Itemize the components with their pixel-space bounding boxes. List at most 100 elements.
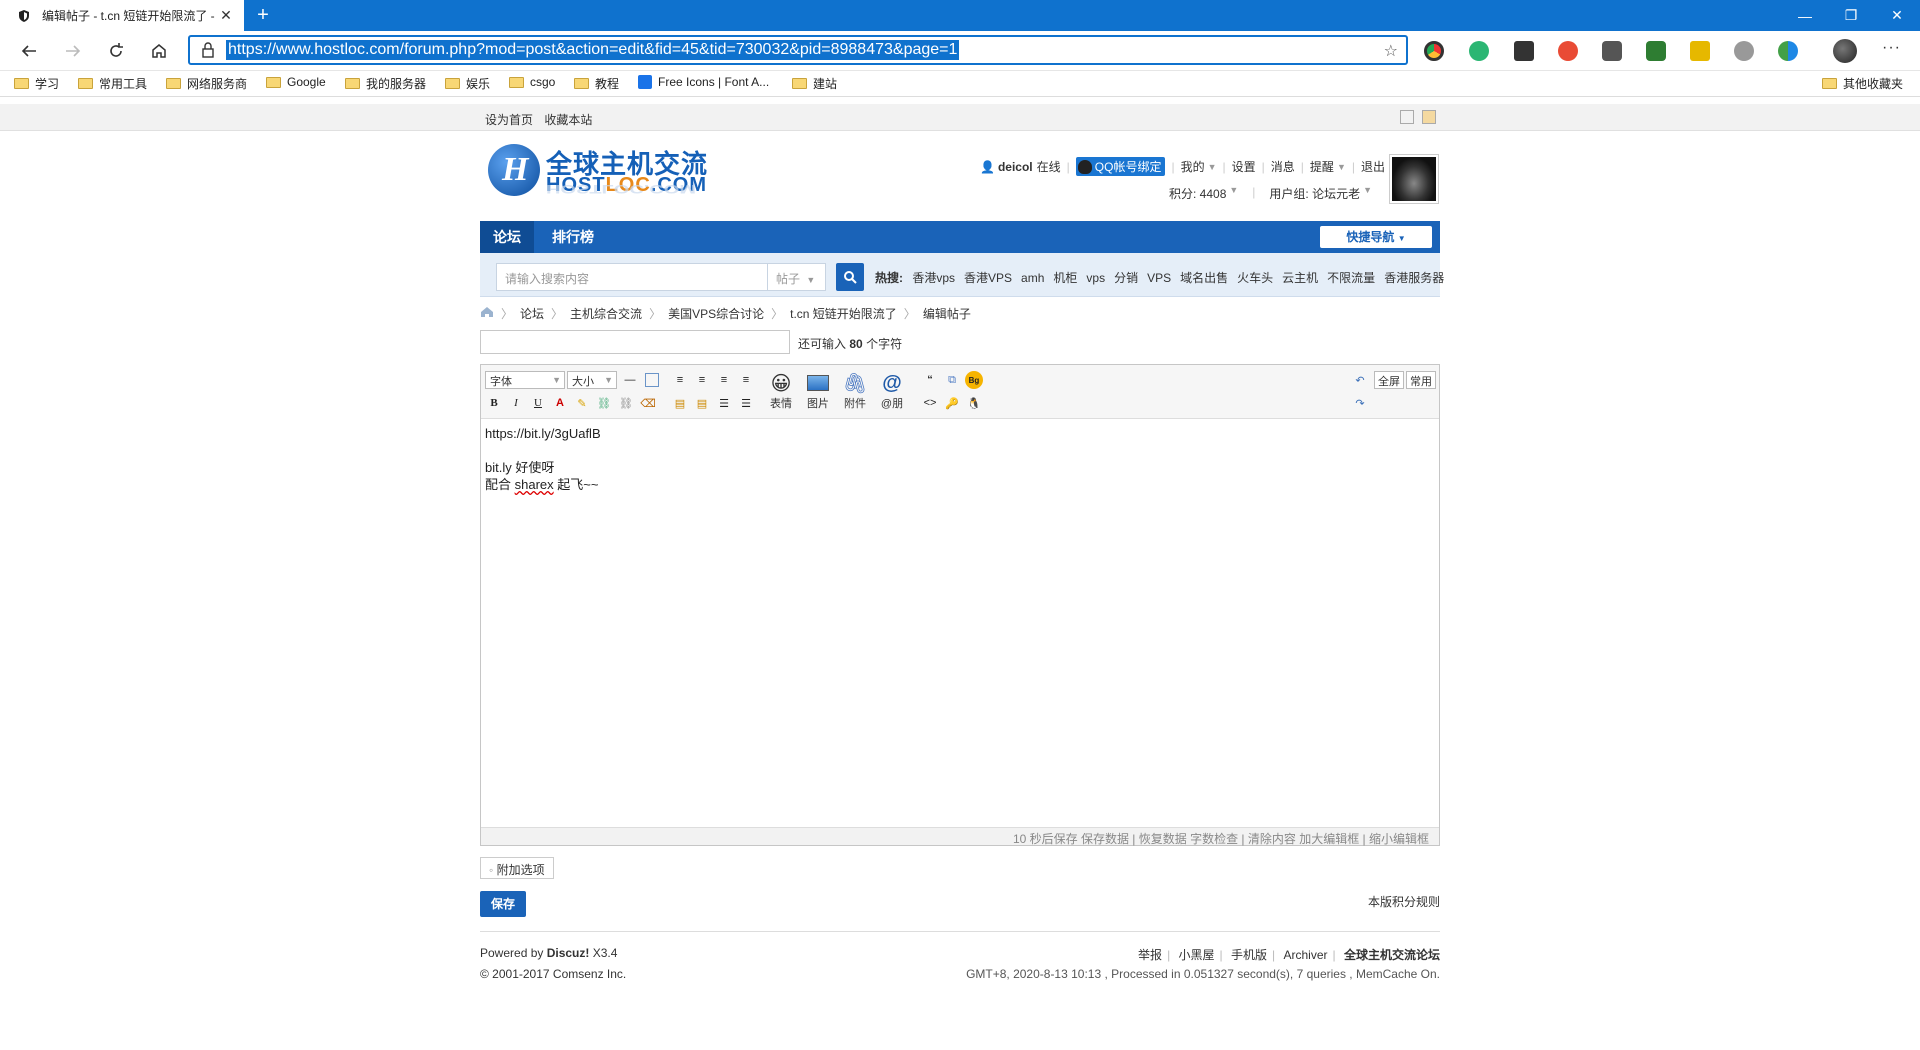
underline-icon[interactable]: U (529, 394, 547, 412)
site-logo[interactable]: 全球主机交流 HOSTLOC.COM HOSTLOC.COM (483, 140, 733, 212)
extension-key-icon[interactable] (1690, 41, 1710, 61)
points-menu[interactable]: 积分: 4408 (1169, 185, 1226, 202)
tab-close-icon[interactable]: ✕ (218, 7, 234, 24)
minimize-icon[interactable]: — (1782, 0, 1828, 31)
breadcrumb-item[interactable]: 美国VPS综合讨论 (668, 305, 764, 322)
hot-search-link[interactable]: 火车头 (1237, 271, 1273, 285)
messages-link[interactable]: 消息 (1271, 158, 1295, 175)
address-bar[interactable]: https://www.hostloc.com/forum.php?mod=po… (188, 35, 1408, 65)
user-avatar[interactable] (1389, 154, 1439, 204)
bookmark-folder[interactable]: csgo (509, 75, 555, 89)
extension-infinity-icon[interactable] (1558, 41, 1578, 61)
home-icon[interactable] (144, 37, 174, 65)
qq-icon[interactable]: 🐧 (965, 394, 983, 412)
quick-nav-button[interactable]: 快捷导航 ▼ (1320, 226, 1432, 248)
float-left-icon[interactable]: ▤ (671, 394, 689, 412)
emoticon-button[interactable]: 😀 表情 (764, 371, 798, 411)
extension-badge-icon[interactable] (1514, 41, 1534, 61)
search-input[interactable]: 请输入搜索内容 (496, 263, 768, 291)
browser-tab[interactable]: 编辑帖子 - t.cn 短链开始限流了 - ✕ (0, 0, 244, 31)
hot-search-link[interactable]: 分销 (1114, 271, 1138, 285)
copy-icon[interactable]: ⧉ (943, 371, 961, 389)
search-button[interactable] (836, 263, 864, 291)
ordered-list-icon[interactable]: ☰ (715, 394, 733, 412)
hot-search-link[interactable]: 云主机 (1282, 271, 1318, 285)
hot-search-link[interactable]: amh (1021, 271, 1044, 285)
float-right-icon[interactable]: ▤ (693, 394, 711, 412)
new-tab-button[interactable]: + (250, 3, 276, 29)
breadcrumb-item[interactable]: 主机综合交流 (570, 305, 642, 322)
bookmark-folder[interactable]: 常用工具 (78, 75, 147, 92)
size-select[interactable]: 大小 ▼ (567, 371, 617, 389)
highlight-icon[interactable]: ✎ (573, 394, 591, 412)
username-link[interactable]: deicol (998, 160, 1033, 174)
logout-link[interactable]: 退出 (1361, 158, 1385, 175)
italic-icon[interactable]: I (507, 394, 525, 412)
close-window-icon[interactable]: ✕ (1874, 0, 1920, 31)
reload-icon[interactable] (101, 37, 131, 65)
attach-button[interactable]: 🖇 附件 (838, 371, 872, 411)
forward-icon[interactable] (58, 37, 88, 65)
bg-music-icon[interactable]: Bg (965, 371, 983, 389)
code-icon[interactable]: <> (921, 394, 939, 412)
nav-ranking[interactable]: 排行榜 (539, 221, 607, 253)
bookmark-folder[interactable]: Google (266, 75, 326, 89)
nav-forum[interactable]: 论坛 (480, 221, 534, 253)
bookmark-folder[interactable]: 娱乐 (445, 75, 490, 92)
font-color-icon[interactable]: A (551, 394, 569, 412)
breadcrumb-item[interactable]: t.cn 短链开始限流了 (790, 305, 897, 322)
bookmark-folder[interactable]: 我的服务器 (345, 75, 426, 92)
extension-shield-icon[interactable] (1646, 41, 1666, 61)
editor-status-bar[interactable]: 10 秒后保存 保存数据 | 恢复数据 字数检查 | 清除内容 加大编辑框 | … (481, 827, 1439, 846)
back-icon[interactable] (14, 37, 44, 65)
online-status[interactable]: 在线 (1037, 158, 1061, 175)
subject-input[interactable] (480, 330, 790, 354)
align-center-icon[interactable]: ≡ (693, 371, 711, 389)
my-menu[interactable]: 我的 (1181, 158, 1205, 175)
hot-search-link[interactable]: 香港vps (912, 271, 955, 285)
password-key-icon[interactable]: 🔑 (943, 394, 961, 412)
table-icon[interactable] (645, 373, 659, 387)
mention-button[interactable]: @ @朋 (875, 371, 909, 411)
redo-icon[interactable]: ↷ (1351, 394, 1369, 412)
quote-icon[interactable]: “ (921, 371, 939, 389)
align-left-icon[interactable]: ≡ (671, 371, 689, 389)
url-text[interactable]: https://www.hostloc.com/forum.php?mod=po… (226, 40, 960, 60)
hot-search-link[interactable]: VPS (1147, 271, 1171, 285)
image-button[interactable]: 图片 (801, 371, 835, 411)
blackroom-link[interactable]: 小黑屋 (1179, 948, 1215, 962)
bookmark-folder[interactable]: 教程 (574, 75, 619, 92)
hot-search-link[interactable]: 香港VPS (964, 271, 1012, 285)
unordered-list-icon[interactable]: ☰ (737, 394, 755, 412)
search-type-select[interactable]: 帖子 ▼ (768, 263, 826, 291)
bookmark-folder[interactable]: 学习 (14, 75, 59, 92)
more-menu-icon[interactable]: ··· (1882, 39, 1901, 57)
clear-format-icon[interactable]: ⌫ (639, 394, 657, 412)
extension-database-icon[interactable] (1602, 41, 1622, 61)
fullscreen-button[interactable]: 全屏 (1374, 371, 1404, 389)
align-right-icon[interactable]: ≡ (715, 371, 733, 389)
editor-content[interactable]: https://bit.ly/3gUaflB bit.ly 好使呀 配合 sha… (485, 425, 601, 493)
link-icon[interactable]: ⛓ (595, 394, 613, 412)
comsenz-link[interactable]: Comsenz Inc. (553, 967, 626, 981)
extension-sync-icon[interactable] (1469, 41, 1489, 61)
widescreen-icon[interactable] (1400, 110, 1414, 124)
bookmark-folder[interactable]: 建站 (792, 75, 837, 92)
report-link[interactable]: 举报 (1138, 948, 1162, 962)
breadcrumb-item[interactable]: 论坛 (520, 305, 544, 322)
settings-link[interactable]: 设置 (1232, 158, 1256, 175)
lock-icon[interactable] (190, 42, 226, 58)
remind-menu[interactable]: 提醒 (1310, 158, 1334, 175)
mobile-link[interactable]: 手机版 (1231, 948, 1267, 962)
hot-search-link[interactable]: vps (1086, 271, 1105, 285)
extra-options-button[interactable]: ◦ 附加选项 (480, 857, 554, 879)
save-button[interactable]: 保存 (480, 891, 526, 917)
bookmark-site-link[interactable]: 收藏本站 (544, 113, 592, 127)
extension-chrome-icon[interactable] (1424, 41, 1444, 61)
discuz-link[interactable]: Discuz! (547, 946, 590, 960)
common-button[interactable]: 常用 (1406, 371, 1436, 389)
unlink-icon[interactable]: ⛓ (617, 394, 635, 412)
align-justify-icon[interactable]: ≡ (737, 371, 755, 389)
bookmark-folder[interactable]: 网络服务商 (166, 75, 247, 92)
hot-search-link[interactable]: 不限流量 (1327, 271, 1375, 285)
